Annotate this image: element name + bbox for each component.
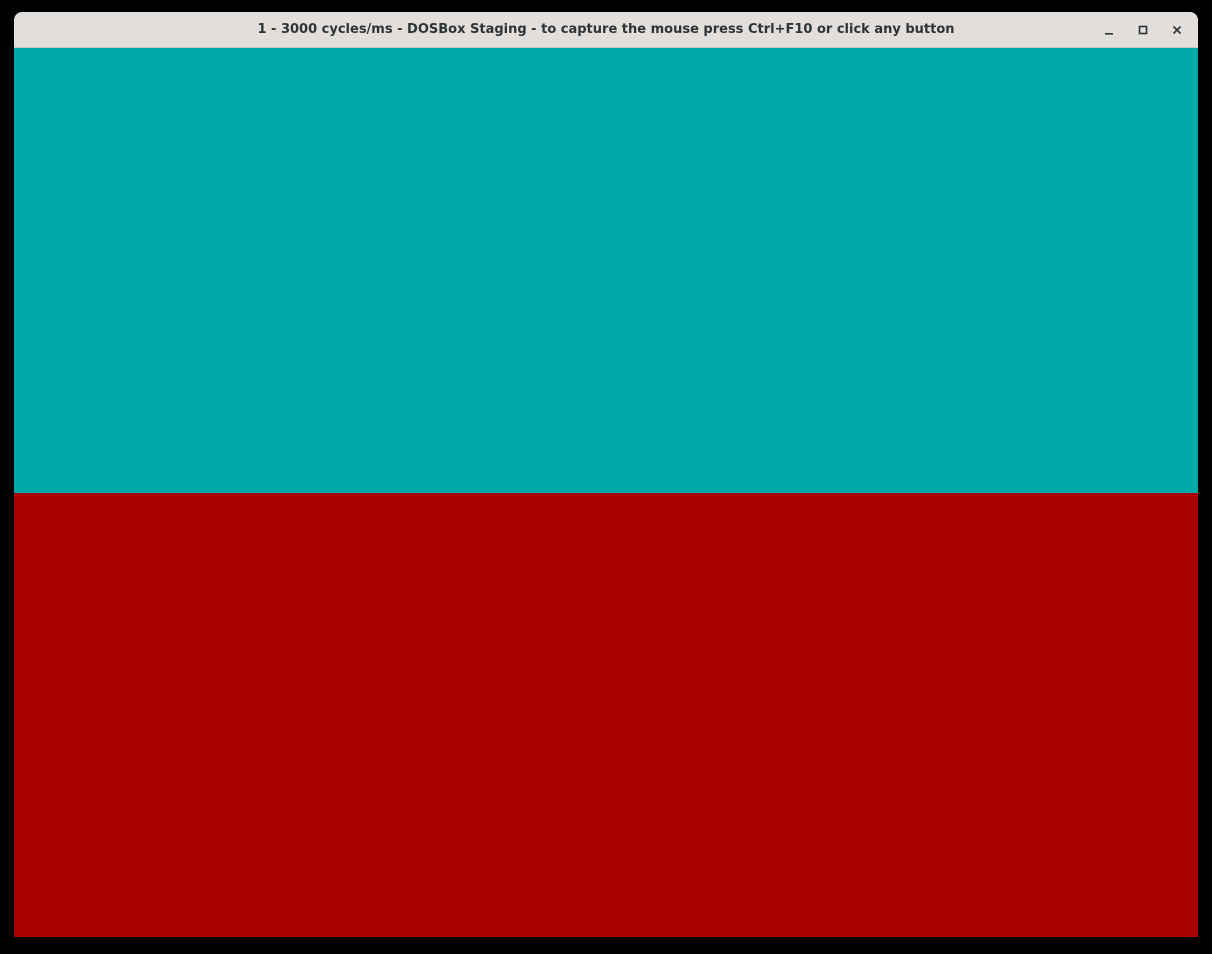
window-title: 1 - 3000 cycles/ms - DOSBox Staging - to… (257, 22, 955, 37)
minimize-button[interactable] (1092, 16, 1126, 44)
maximize-button[interactable] (1126, 16, 1160, 44)
close-button[interactable] (1160, 16, 1194, 44)
emulator-screen[interactable] (14, 48, 1198, 937)
maximize-icon (1138, 25, 1148, 35)
minimize-icon (1104, 25, 1114, 35)
dosbox-window: 1 - 3000 cycles/ms - DOSBox Staging - to… (14, 12, 1198, 937)
window-controls (1092, 12, 1194, 48)
cyan-band (14, 48, 1198, 493)
red-band (14, 493, 1198, 937)
title-bar[interactable]: 1 - 3000 cycles/ms - DOSBox Staging - to… (14, 12, 1198, 48)
close-icon (1172, 25, 1182, 35)
